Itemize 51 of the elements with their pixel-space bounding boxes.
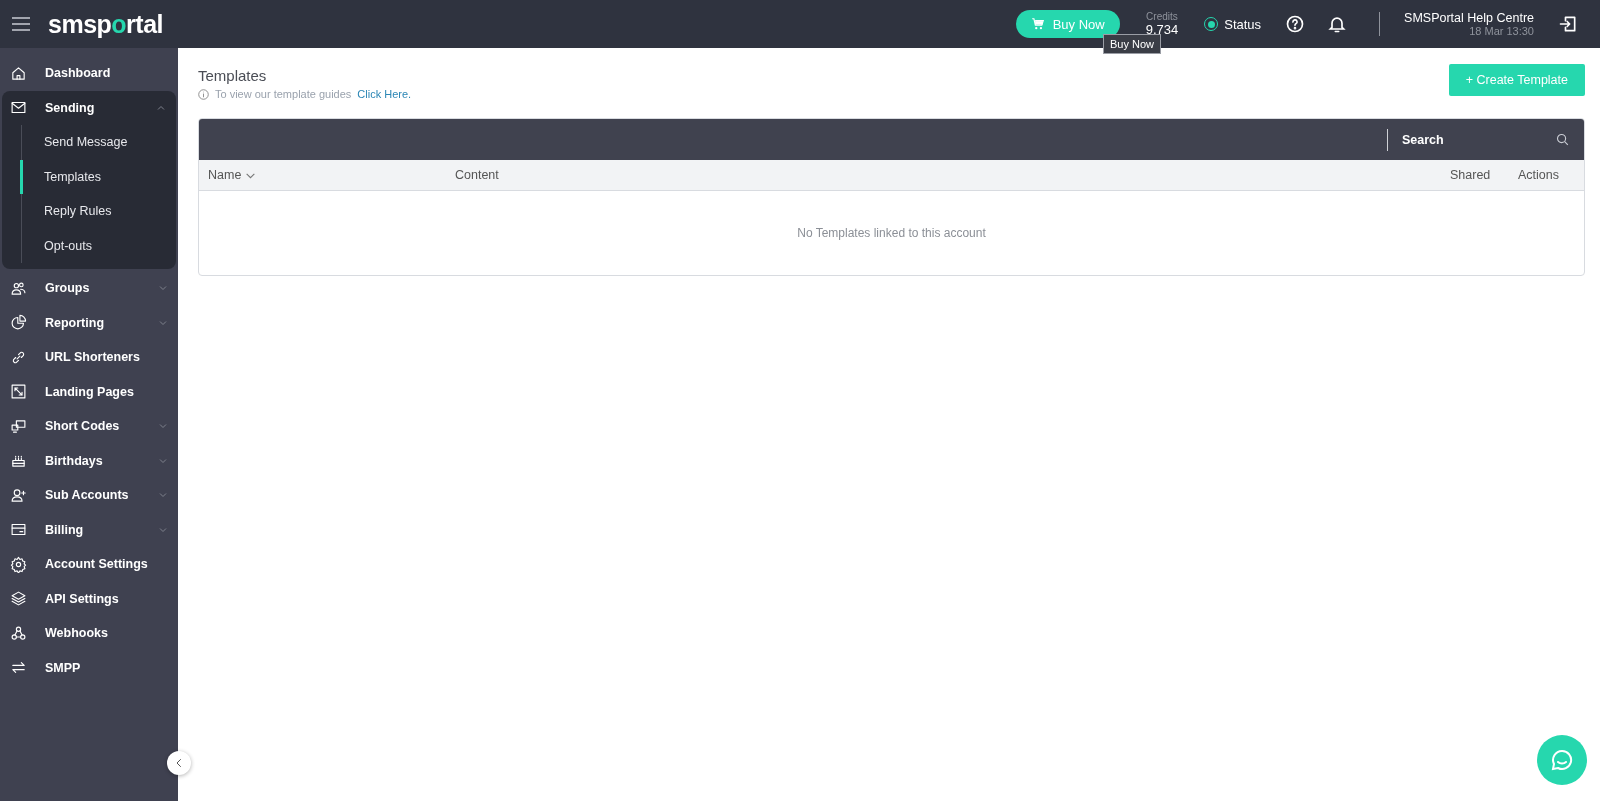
sidebar-item[interactable]: Sub Accounts [0,478,178,513]
column-header: Actions [1518,168,1559,182]
gear-icon [10,555,27,573]
sidebar-item[interactable]: Sending [2,90,176,125]
layers-icon [10,590,27,608]
column-header[interactable]: Name [208,168,242,182]
screens-icon [10,417,27,435]
bell-icon[interactable] [1327,14,1348,34]
sidebar-item[interactable]: URL Shorteners [0,340,178,375]
chat-icon [1550,748,1574,772]
home-icon [10,64,27,82]
submenu-item[interactable]: Reply Rules [22,194,176,229]
submenu-item[interactable]: Opt-outs [22,228,176,263]
help-icon[interactable] [1285,14,1306,34]
sidebar-item[interactable]: Short Codes [0,409,178,444]
sidebar-item[interactable]: Account Settings [0,547,178,582]
credits-label: Credits [1146,11,1178,22]
person-plus-icon [10,486,27,504]
sidebar-item[interactable]: Landing Pages [0,374,178,409]
hint-text: To view our template guides [215,88,352,100]
submenu-item[interactable]: Templates [20,159,176,194]
tooltip: Buy Now [1103,34,1162,54]
sidebar-item[interactable]: Groups [0,271,178,306]
page-title: Templates [198,67,268,84]
sidebar-item[interactable]: Birthdays [0,443,178,478]
sidebar-item[interactable]: Webhooks [0,616,178,651]
sidebar-item[interactable]: Billing [0,512,178,547]
column-header: Content [455,168,499,182]
guide-link[interactable]: Click Here. [357,88,412,100]
credits-value: 9,734 [1145,22,1179,37]
collapse-sidebar-button[interactable] [167,751,191,775]
sidebar-item[interactable]: Dashboard [0,56,178,91]
search-icon[interactable] [1555,132,1570,147]
info-icon [198,88,209,100]
logo[interactable]: smsportal [48,9,163,39]
sidebar-item[interactable]: SMPP [0,650,178,685]
logout-icon[interactable] [1558,14,1578,34]
submenu-item[interactable]: Send Message [22,125,176,160]
resize-icon [10,383,27,401]
empty-message: No Templates linked to this account [797,226,986,240]
status-label[interactable]: Status [1224,16,1262,32]
sidebar-item[interactable]: API Settings [0,581,178,616]
pie-chart-icon [10,314,27,332]
help-centre-link[interactable]: SMSPortal Help Centre [1404,11,1534,25]
date-time: 18 Mar 13:30 [1469,25,1534,37]
search-field[interactable]: Search [1400,131,1555,148]
webhook-icon [10,624,27,642]
column-header: Shared [1450,168,1491,182]
menu-icon[interactable] [12,17,30,31]
sidebar-item[interactable]: Reporting [0,305,178,340]
cart-icon [1030,17,1045,31]
